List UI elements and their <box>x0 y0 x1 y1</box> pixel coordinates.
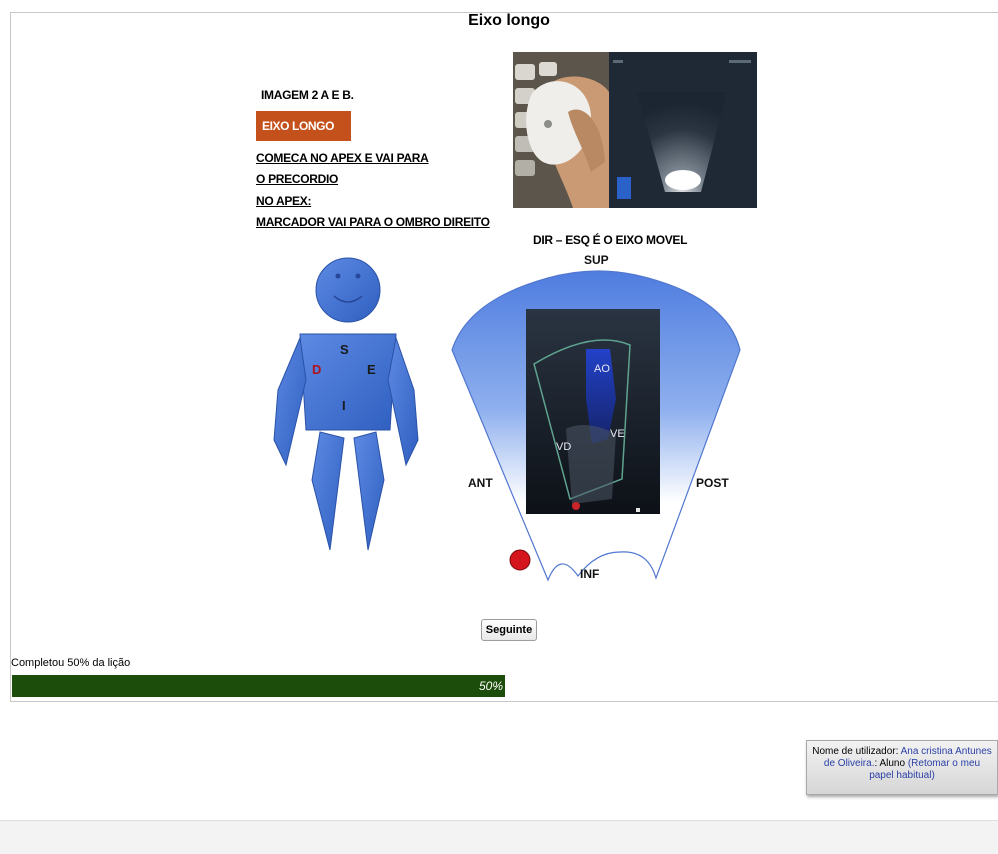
user-name-prefix: Nome de utilizador: <box>812 746 899 757</box>
figure-letter-i: I <box>342 398 346 413</box>
instruction-line-4: MARCADOR VAI PARA O OMBRO DIREITO <box>256 215 490 229</box>
figure-letter-s: S <box>340 342 349 357</box>
instruction-line-1: COMECA NO APEX E VAI PARA <box>256 151 429 165</box>
image-heading: IMAGEM 2 A E B. <box>261 88 354 102</box>
echo-image-inset: AO VD VE <box>526 309 660 514</box>
user-role: : Aluno <box>874 758 906 769</box>
orientation-marker-dot <box>509 549 531 571</box>
ultrasound-screen <box>609 52 757 208</box>
axis-caption: DIR – ESQ É O EIXO MOVEL <box>533 233 688 247</box>
figure-letter-e: E <box>367 362 376 377</box>
instruction-line-3: NO APEX: <box>256 194 312 208</box>
progress-label: Completou 50% da lição <box>11 657 131 669</box>
next-button[interactable]: Seguinte <box>481 619 537 641</box>
user-info-box: Nome de utilizador: Ana cristina Antunes… <box>806 740 998 795</box>
body-orientation-figure: S D E I <box>273 257 419 551</box>
eixo-longo-tag: EIXO LONGO <box>256 111 351 141</box>
echo-label-ao: AO <box>594 363 610 375</box>
echo-label-vd: VD <box>556 441 571 453</box>
instruction-line-2: O PRECORDIO <box>256 172 339 186</box>
label-sup: SUP <box>584 253 609 267</box>
label-ant: ANT <box>468 476 493 490</box>
label-inf: INF <box>580 567 599 581</box>
page-title: Eixo longo <box>468 12 550 29</box>
echo-label-ve: VE <box>610 428 625 440</box>
progress-percent: 50% <box>478 679 503 693</box>
figure-left-arm <box>273 336 307 467</box>
figure-letter-d: D <box>312 362 321 377</box>
figure-head <box>315 257 381 323</box>
progress-bar-fill: 50% <box>12 675 505 697</box>
figure-left-leg <box>311 431 345 551</box>
footer-band <box>0 820 998 854</box>
figure-right-arm <box>387 336 419 467</box>
progress-bar: 50% <box>12 675 998 697</box>
probe-photo <box>513 52 609 208</box>
figure-right-leg <box>353 431 385 551</box>
label-post: POST <box>696 476 729 490</box>
